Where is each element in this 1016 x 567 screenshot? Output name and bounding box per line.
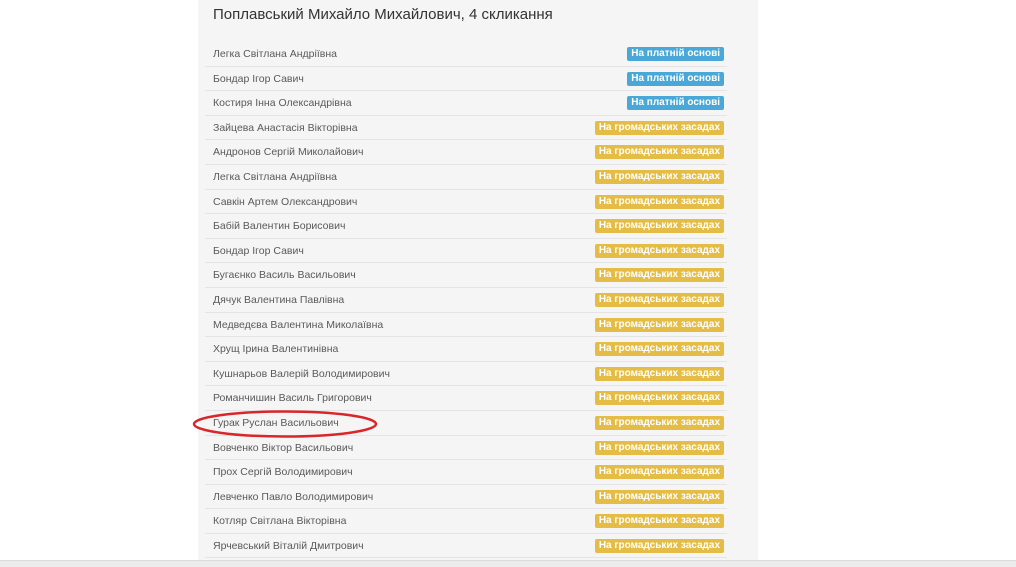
- public-basis-badge: На громадських засадах: [594, 391, 724, 406]
- list-item: Медведєва Валентина Миколаївна На громадс…: [205, 313, 727, 338]
- paid-basis-badge: На платній основі: [627, 71, 724, 86]
- list-item: Бондар Ігор Савич На громадських засадах: [205, 239, 727, 264]
- list-item: Бугаєнко Василь Васильович На громадських…: [205, 263, 727, 288]
- member-name: Медведєва Валентина Миколаївна: [213, 318, 384, 331]
- public-basis-badge: На громадських засадах: [594, 317, 724, 332]
- list-item: Ярчевський Віталій Дмитрович На громадськ…: [205, 534, 727, 559]
- list-item: Левченко Павло Володимирович На громадськ…: [205, 485, 727, 510]
- member-name: Кушнарьов Валерій Володимирович: [213, 367, 390, 380]
- list-item: Легка Світлана Андріївна На платній основ…: [205, 42, 727, 67]
- member-name: Костиря Інна Олександрівна: [213, 97, 352, 110]
- member-name: Прох Сергій Володимирович: [213, 466, 353, 479]
- page-title: Поплавський Михайло Михайлович, 4 склика…: [213, 6, 553, 23]
- paid-basis-badge: На платній основі: [627, 96, 724, 111]
- member-name: Бондар Ігор Савич: [213, 244, 304, 257]
- list-item: Котляр Світлана Вікторівна На громадських…: [205, 509, 727, 534]
- list-item: Бабій Валентин Борисович На громадських з…: [205, 214, 727, 239]
- public-basis-badge: На громадських засадах: [594, 415, 724, 430]
- member-name: Зайцева Анастасія Вікторівна: [213, 121, 358, 134]
- public-basis-badge: На громадських засадах: [594, 538, 724, 553]
- member-name: Дячук Валентина Павлівна: [213, 293, 345, 306]
- public-basis-badge: На громадських засадах: [594, 145, 724, 160]
- list-item: Зайцева Анастасія Вікторівна На громадськ…: [205, 116, 727, 141]
- list-item: Дячук Валентина Павлівна На громадських з…: [205, 288, 727, 313]
- member-name: Бабій Валентин Борисович: [213, 220, 346, 233]
- public-basis-badge: На громадських засадах: [594, 268, 724, 283]
- list-item: Савкін Артем Олександрович На громадських…: [205, 190, 727, 215]
- public-basis-badge: На громадських засадах: [594, 514, 724, 529]
- paid-basis-badge: На платній основі: [627, 47, 724, 61]
- list-item: Костиря Інна Олександрівна На платній осн…: [205, 91, 727, 116]
- public-basis-badge: На громадських засадах: [594, 219, 724, 234]
- bottom-scrollbar[interactable]: [0, 560, 1016, 567]
- member-list: Легка Світлана Андріївна На платній основ…: [205, 42, 727, 559]
- member-name: Хрущ Ірина Валентинівна: [213, 343, 339, 356]
- public-basis-badge: На громадських засадах: [594, 243, 724, 258]
- list-item: Прох Сергій Володимирович На громадських …: [205, 460, 727, 485]
- member-name: Гурак Руслан Васильович: [213, 416, 339, 429]
- public-basis-badge: На громадських засадах: [594, 366, 724, 381]
- member-name: Левченко Павло Володимирович: [213, 490, 374, 503]
- public-basis-badge: На громадських засадах: [594, 292, 724, 307]
- member-name: Бондар Ігор Савич: [213, 72, 304, 85]
- member-name: Ярчевський Віталій Дмитрович: [213, 539, 364, 552]
- member-name: Котляр Світлана Вікторівна: [213, 515, 347, 528]
- public-basis-badge: На громадських засадах: [594, 465, 724, 480]
- public-basis-badge: На громадських засадах: [594, 169, 724, 184]
- public-basis-badge: На громадських засадах: [594, 342, 724, 357]
- member-name: Легка Світлана Андріївна: [213, 48, 337, 60]
- page: Поплавський Михайло Михайлович, 4 склика…: [0, 0, 1016, 567]
- member-name: Романчишин Василь Григорович: [213, 392, 372, 405]
- list-item: Романчишин Василь Григорович На громадськ…: [205, 386, 727, 411]
- member-name: Савкін Артем Олександрович: [213, 195, 358, 208]
- public-basis-badge: На громадських засадах: [594, 120, 724, 135]
- list-item: Бондар Ігор Савич На платній основі: [205, 67, 727, 92]
- list-item: Вовченко Віктор Васильович На громадських…: [205, 436, 727, 461]
- member-name: Легка Світлана Андріївна: [213, 170, 337, 183]
- public-basis-badge: На громадських засадах: [594, 489, 724, 504]
- list-item: Хрущ Ірина Валентинівна На громадських за…: [205, 337, 727, 362]
- member-name: Андронов Сергій Миколайович: [213, 146, 364, 159]
- public-basis-badge: На громадських засадах: [594, 194, 724, 209]
- list-item: Гурак Руслан Васильович На громадських за…: [205, 411, 727, 436]
- member-name: Вовченко Віктор Васильович: [213, 441, 354, 454]
- public-basis-badge: На громадських засадах: [594, 440, 724, 455]
- list-item: Кушнарьов Валерій Володимирович На громад…: [205, 362, 727, 387]
- list-item: Андронов Сергій Миколайович На громадськи…: [205, 140, 727, 165]
- member-name: Бугаєнко Василь Васильович: [213, 269, 356, 282]
- list-item: Легка Світлана Андріївна На громадських з…: [205, 165, 727, 190]
